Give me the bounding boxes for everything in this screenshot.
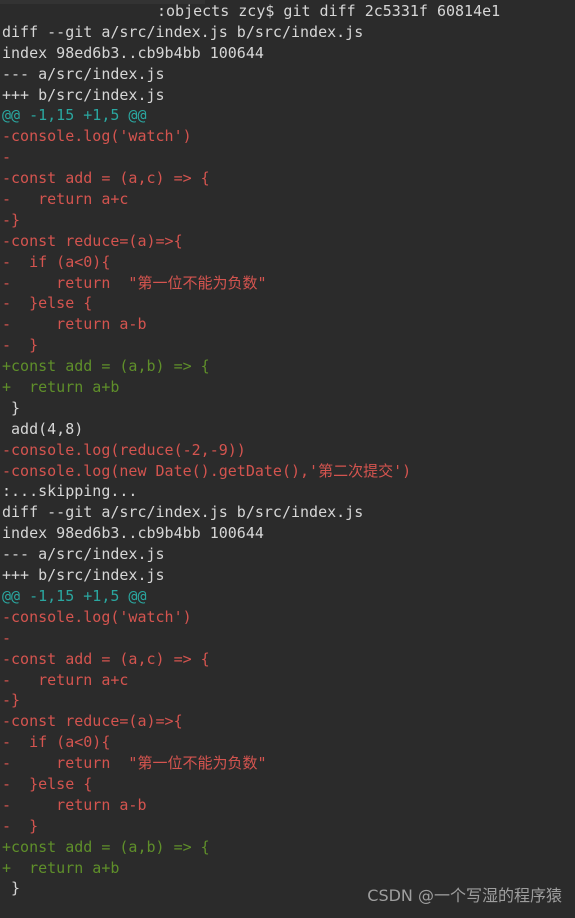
- terminal-output-line: -: [2, 628, 12, 647]
- terminal-output-line: - return "第一位不能为负数": [2, 273, 267, 292]
- terminal-output-line: -console.log(reduce(-2,-9)): [2, 440, 246, 459]
- terminal-output-line: - if (a<0){: [2, 252, 111, 271]
- terminal-output-line: --- a/src/index.js: [2, 64, 165, 83]
- terminal-output-line: -const reduce=(a)=>{: [2, 231, 183, 250]
- terminal-output-line: - if (a<0){: [2, 733, 111, 752]
- terminal-output-line: @@ -1,15 +1,5 @@: [2, 586, 147, 605]
- terminal-output-line: index 98ed6b3..cb9b4bb 100644: [2, 43, 264, 62]
- terminal-output-line: diff --git a/src/index.js b/src/index.js: [2, 22, 364, 41]
- csdn-watermark: CSDN @一个写湿的程序猿: [367, 886, 562, 905]
- terminal-output-line: -}: [2, 210, 21, 229]
- terminal-output-line: }: [2, 398, 21, 417]
- terminal-output-line: -console.log('watch'): [2, 127, 192, 146]
- terminal-output-line: --- a/src/index.js: [2, 545, 165, 564]
- terminal-output-line: - }: [2, 816, 39, 835]
- terminal-window[interactable]: :objects zcy$ git diff 2c5331f 60814e1 di…: [0, 0, 575, 918]
- terminal-output-line: -console.log('watch'): [2, 607, 192, 626]
- terminal-output-line: - return a-b: [2, 315, 147, 334]
- terminal-output-line: diff --git a/src/index.js b/src/index.js: [2, 503, 364, 522]
- terminal-output-line: - return a-b: [2, 795, 147, 814]
- terminal-output-line: +const add = (a,b) => {: [2, 837, 210, 856]
- terminal-output-line: - return "第一位不能为负数": [2, 754, 267, 773]
- terminal-output: :objects zcy$ git diff 2c5331f 60814e1 di…: [0, 0, 575, 899]
- terminal-output-line: +++ b/src/index.js: [2, 85, 165, 104]
- terminal-output-line: + return a+b: [2, 378, 120, 397]
- terminal-output-line: @@ -1,15 +1,5 @@: [2, 106, 147, 125]
- terminal-output-line: -: [2, 148, 12, 167]
- terminal-output-line: + return a+b: [2, 858, 120, 877]
- terminal-output-line: -}: [2, 691, 21, 710]
- terminal-output-line: - return a+c: [2, 190, 129, 209]
- terminal-output-line: index 98ed6b3..cb9b4bb 100644: [2, 524, 264, 543]
- terminal-output-line: - }else {: [2, 774, 93, 793]
- terminal-output-line: +++ b/src/index.js: [2, 566, 165, 585]
- terminal-output-line: - }else {: [2, 294, 93, 313]
- terminal-output-line: add(4,8): [2, 419, 84, 438]
- terminal-output-line: :...skipping...: [2, 482, 138, 501]
- terminal-output-line: - return a+c: [2, 670, 129, 689]
- terminal-output-line: -console.log(new Date().getDate(),'第二次提交…: [2, 461, 412, 480]
- terminal-output-line: +const add = (a,b) => {: [2, 357, 210, 376]
- terminal-output-line: -const reduce=(a)=>{: [2, 712, 183, 731]
- terminal-output-line: - }: [2, 336, 39, 355]
- terminal-output-line: -const add = (a,c) => {: [2, 169, 210, 188]
- terminal-output-line: -const add = (a,c) => {: [2, 649, 210, 668]
- terminal-prompt-line: :objects zcy$ git diff 2c5331f 60814e1: [157, 2, 501, 20]
